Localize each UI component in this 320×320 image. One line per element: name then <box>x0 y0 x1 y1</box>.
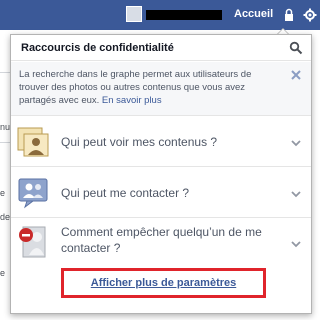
panel-header: Raccourcis de confidentialité <box>11 35 311 61</box>
privacy-lock-icon[interactable] <box>282 8 296 22</box>
chevron-down-icon[interactable] <box>290 187 302 199</box>
profile-name-redacted <box>146 10 222 20</box>
background-text-fragment: de <box>0 212 11 222</box>
more-settings-highlight: Afficher plus de paramètres <box>61 268 266 298</box>
chevron-down-icon[interactable] <box>290 136 302 148</box>
background-text-fragment: nu <box>0 122 11 132</box>
option-block-contact[interactable]: Comment empêcher quelqu’un de me contact… <box>11 219 311 266</box>
contact-people-icon <box>17 176 51 210</box>
panel-title: Raccourcis de confidentialité <box>21 42 174 54</box>
info-text: La recherche dans le graphe permet aux u… <box>19 68 281 107</box>
home-link[interactable]: Accueil <box>234 8 273 20</box>
background-text-fragment: e <box>0 268 6 278</box>
option-who-can-see[interactable]: Qui peut voir mes contenus ? <box>11 117 311 167</box>
block-user-icon <box>17 225 51 259</box>
privacy-shortcuts-panel: Raccourcis de confidentialité La recherc… <box>10 34 312 314</box>
learn-more-link[interactable]: En savoir plus <box>102 95 162 106</box>
option-label: Comment empêcher quelqu’un de me contact… <box>61 225 262 255</box>
search-icon[interactable] <box>289 41 303 55</box>
content-visibility-icon <box>17 125 51 159</box>
option-who-can-contact[interactable]: Qui peut me contacter ? <box>11 168 311 218</box>
settings-gear-icon[interactable] <box>303 8 317 22</box>
background-text-fragment: e <box>0 188 6 198</box>
option-label: Qui peut voir mes contenus ? <box>61 135 218 149</box>
top-navigation-bar: Accueil <box>0 0 320 30</box>
chevron-down-icon[interactable] <box>290 237 302 249</box>
info-banner: La recherche dans le graphe permet aux u… <box>11 62 311 116</box>
close-icon[interactable] <box>290 69 302 81</box>
more-settings-link[interactable]: Afficher plus de paramètres <box>64 271 263 295</box>
profile-avatar[interactable] <box>126 6 142 22</box>
option-label: Qui peut me contacter ? <box>61 186 190 200</box>
